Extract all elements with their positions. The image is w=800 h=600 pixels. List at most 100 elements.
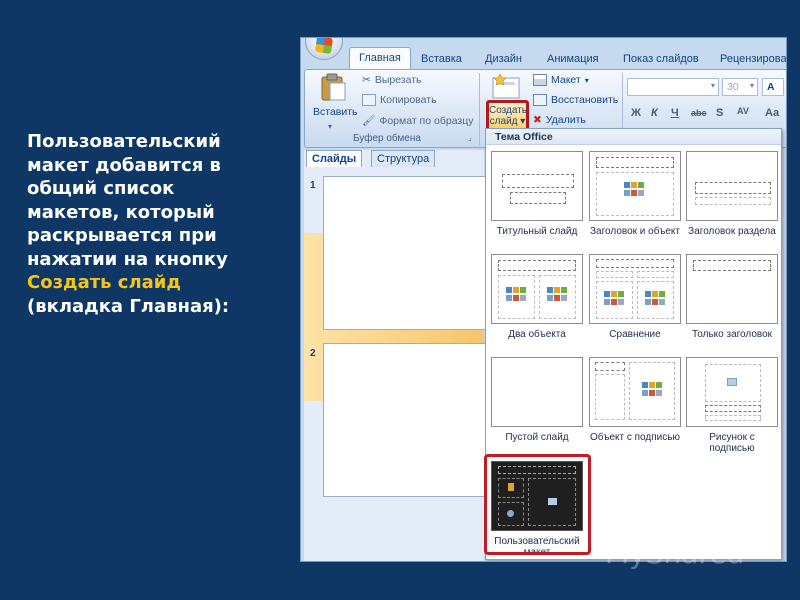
content-icons-icon xyxy=(624,182,644,196)
title-placeholder xyxy=(596,157,674,168)
chevron-down-icon: ▾ xyxy=(749,81,754,90)
title-placeholder xyxy=(596,259,674,268)
text-placeholder xyxy=(595,374,625,420)
new-slide-icon xyxy=(492,73,520,99)
new-slide-button[interactable]: Создать слайд ▾ xyxy=(486,100,529,131)
copy-icon xyxy=(362,94,376,106)
tab-outline[interactable]: Структура xyxy=(371,150,436,167)
layout-label: Объект с подписью xyxy=(590,432,680,443)
watermark: MyShared xyxy=(605,537,745,570)
font-name-box[interactable]: ▾ xyxy=(627,78,719,96)
layout-label: Только заголовок xyxy=(691,329,773,340)
format-painter-button[interactable]: 🖌 Формат по образцу xyxy=(362,114,474,128)
tab-design[interactable]: Дизайн xyxy=(476,49,531,70)
layout-label: Пустой слайд xyxy=(505,432,569,443)
content-icons-icon xyxy=(506,287,526,301)
tab-slides[interactable]: Слайды xyxy=(306,150,363,167)
slide-number: 1 xyxy=(310,180,316,191)
delete-label: Удалить xyxy=(545,114,586,126)
caption-line: макетов, который xyxy=(27,201,215,223)
custom-layout-highlight xyxy=(484,454,591,555)
reset-label: Восстановить xyxy=(551,94,619,106)
tab-review[interactable]: Рецензирова xyxy=(711,49,786,70)
layout-preview xyxy=(589,151,681,221)
delete-button[interactable]: ✖ Удалить xyxy=(533,114,586,126)
layout-preview xyxy=(686,151,778,221)
layout-blank[interactable]: Пустой слайд xyxy=(491,357,583,443)
reset-button[interactable]: Восстановить xyxy=(533,94,618,106)
text-placeholder xyxy=(705,415,761,421)
layout-label: Рисунок с подписью xyxy=(709,432,755,454)
grow-font-icon[interactable]: A xyxy=(762,78,784,96)
slide-thumbnail[interactable] xyxy=(323,343,488,497)
title-placeholder xyxy=(695,182,771,194)
clipboard-group-label: Буфер обмена xyxy=(353,133,421,144)
strikethrough-icon[interactable]: abc xyxy=(691,108,707,118)
underline-icon[interactable]: Ч xyxy=(671,107,679,119)
scissors-icon: ✂ xyxy=(362,74,371,86)
chevron-down-icon: ▾ xyxy=(520,116,526,127)
layout-title-content[interactable]: Заголовок и объект xyxy=(589,151,681,237)
layout-label: Сравнение xyxy=(609,329,661,340)
delete-icon: ✖ xyxy=(533,114,542,126)
caption-highlight: Создать слайд xyxy=(27,272,181,293)
layout-label: Заголовок и объект xyxy=(590,226,680,237)
ribbon-tabs: Главная Вставка Дизайн Анимация Показ сл… xyxy=(301,46,786,71)
layout-preview xyxy=(491,151,583,221)
new-slide-label: Создать xyxy=(489,105,528,116)
layout-label: Макет xyxy=(551,74,581,86)
gallery-header: Тема Office xyxy=(486,129,781,145)
caption-line: (вкладка Главная): xyxy=(27,295,230,317)
layout-label: Два объекта xyxy=(508,329,566,340)
layout-content-caption[interactable]: Объект с подписью xyxy=(589,357,681,443)
paste-label: Вставить xyxy=(313,106,358,118)
tab-insert[interactable]: Вставка xyxy=(412,49,471,70)
caption-line: раскрывается при xyxy=(27,225,217,246)
shadow-icon[interactable]: S xyxy=(716,107,723,119)
char-spacing-icon[interactable]: AV xyxy=(737,106,749,116)
layout-label: Заголовок раздела xyxy=(688,226,776,237)
copy-button[interactable]: Копировать xyxy=(362,94,437,106)
tab-animation[interactable]: Анимация xyxy=(538,49,608,70)
reset-icon xyxy=(533,94,547,106)
copy-label: Копировать xyxy=(380,94,437,106)
layout-preview xyxy=(589,357,681,427)
picture-icon xyxy=(727,378,737,386)
layout-label: Титульный слайд xyxy=(496,226,578,237)
slide-number: 2 xyxy=(310,348,316,359)
layout-picture-caption[interactable]: Рисунок с подписью xyxy=(686,357,778,454)
tab-slideshow[interactable]: Показ слайдов xyxy=(614,49,708,70)
title-placeholder xyxy=(502,174,574,188)
title-placeholder xyxy=(498,260,576,271)
title-placeholder xyxy=(693,260,771,271)
font-size-box[interactable]: 30 ▾ xyxy=(722,78,758,96)
chevron-down-icon: ▾ xyxy=(584,75,589,85)
title-placeholder xyxy=(705,405,761,412)
layout-section-header[interactable]: Заголовок раздела xyxy=(686,151,778,237)
tab-home[interactable]: Главная xyxy=(349,47,411,71)
layout-icon xyxy=(533,74,547,86)
content-icons-icon xyxy=(604,291,624,305)
cut-label: Вырезать xyxy=(374,74,422,86)
slide-thumbnail[interactable] xyxy=(323,176,488,330)
layout-title-only[interactable]: Только заголовок xyxy=(686,254,778,340)
dialog-launcher-icon[interactable]: ⌟ xyxy=(468,133,472,142)
paste-button[interactable]: Вставить xyxy=(313,106,358,118)
caption-line: Пользовательский xyxy=(27,131,221,152)
change-case-icon[interactable]: Aa xyxy=(765,107,779,119)
caption-line: макет добавится в xyxy=(27,154,221,176)
text-placeholder xyxy=(596,271,633,278)
layout-comparison[interactable]: Сравнение xyxy=(589,254,681,340)
layout-button[interactable]: Макет ▾ xyxy=(533,74,589,86)
brush-icon: 🖌 xyxy=(362,115,376,127)
cut-button[interactable]: ✂ Вырезать xyxy=(362,74,422,86)
italic-icon[interactable]: К xyxy=(651,107,658,119)
layout-preview xyxy=(686,357,778,427)
caption-line: общий список xyxy=(27,178,175,199)
paste-dropdown-icon[interactable]: ▾ xyxy=(328,122,332,131)
bold-icon[interactable]: Ж xyxy=(631,107,641,119)
layout-two-content[interactable]: Два объекта xyxy=(491,254,583,340)
layout-title-slide[interactable]: Титульный слайд xyxy=(491,151,583,237)
powerpoint-screenshot: Главная Вставка Дизайн Анимация Показ сл… xyxy=(300,37,787,562)
content-icons-icon xyxy=(642,382,662,396)
